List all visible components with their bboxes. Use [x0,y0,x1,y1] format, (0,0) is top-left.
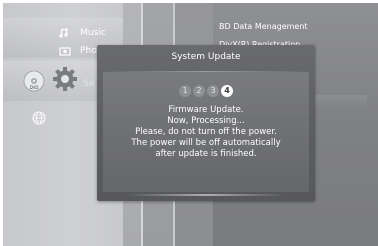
gear-icon[interactable] [52,66,78,92]
dialog-bottom-divider [127,194,285,196]
dialog-body: 1 2 3 4 Firmware Update. Now, Processing… [103,72,309,192]
music-icon [59,28,68,38]
globe-icon[interactable] [32,111,46,125]
message-line: Please, do not turn off the power. [135,127,277,137]
dialog-title: System Update [171,52,241,62]
submenu-item-bd-data[interactable]: BD Data Menagement [219,22,308,31]
step-2: 2 [193,85,205,97]
step-1: 1 [179,85,191,97]
message-line: Firmware Update. [168,105,244,115]
disc-icon[interactable]: DVD [23,70,45,92]
photo-icon [59,47,71,56]
message-line: The power will be off automatically [131,138,281,148]
step-indicator: 1 2 3 4 [103,85,309,97]
step-3: 3 [207,85,219,97]
message-line: after update is finished. [155,149,257,159]
system-update-dialog: System Update 1 2 3 4 Firmware Update. N… [97,45,315,201]
tv-screen: Music Pho DVD Se BD Data Menagement Syst… [3,3,378,246]
message-line: Now, Processing... [167,116,245,126]
svg-text:DVD: DVD [30,85,39,90]
step-4-active: 4 [221,85,233,97]
menu-item-settings[interactable]: Se [83,79,94,89]
menu-item-photo[interactable]: Pho [80,46,97,56]
menu-item-music[interactable]: Music [80,28,106,38]
